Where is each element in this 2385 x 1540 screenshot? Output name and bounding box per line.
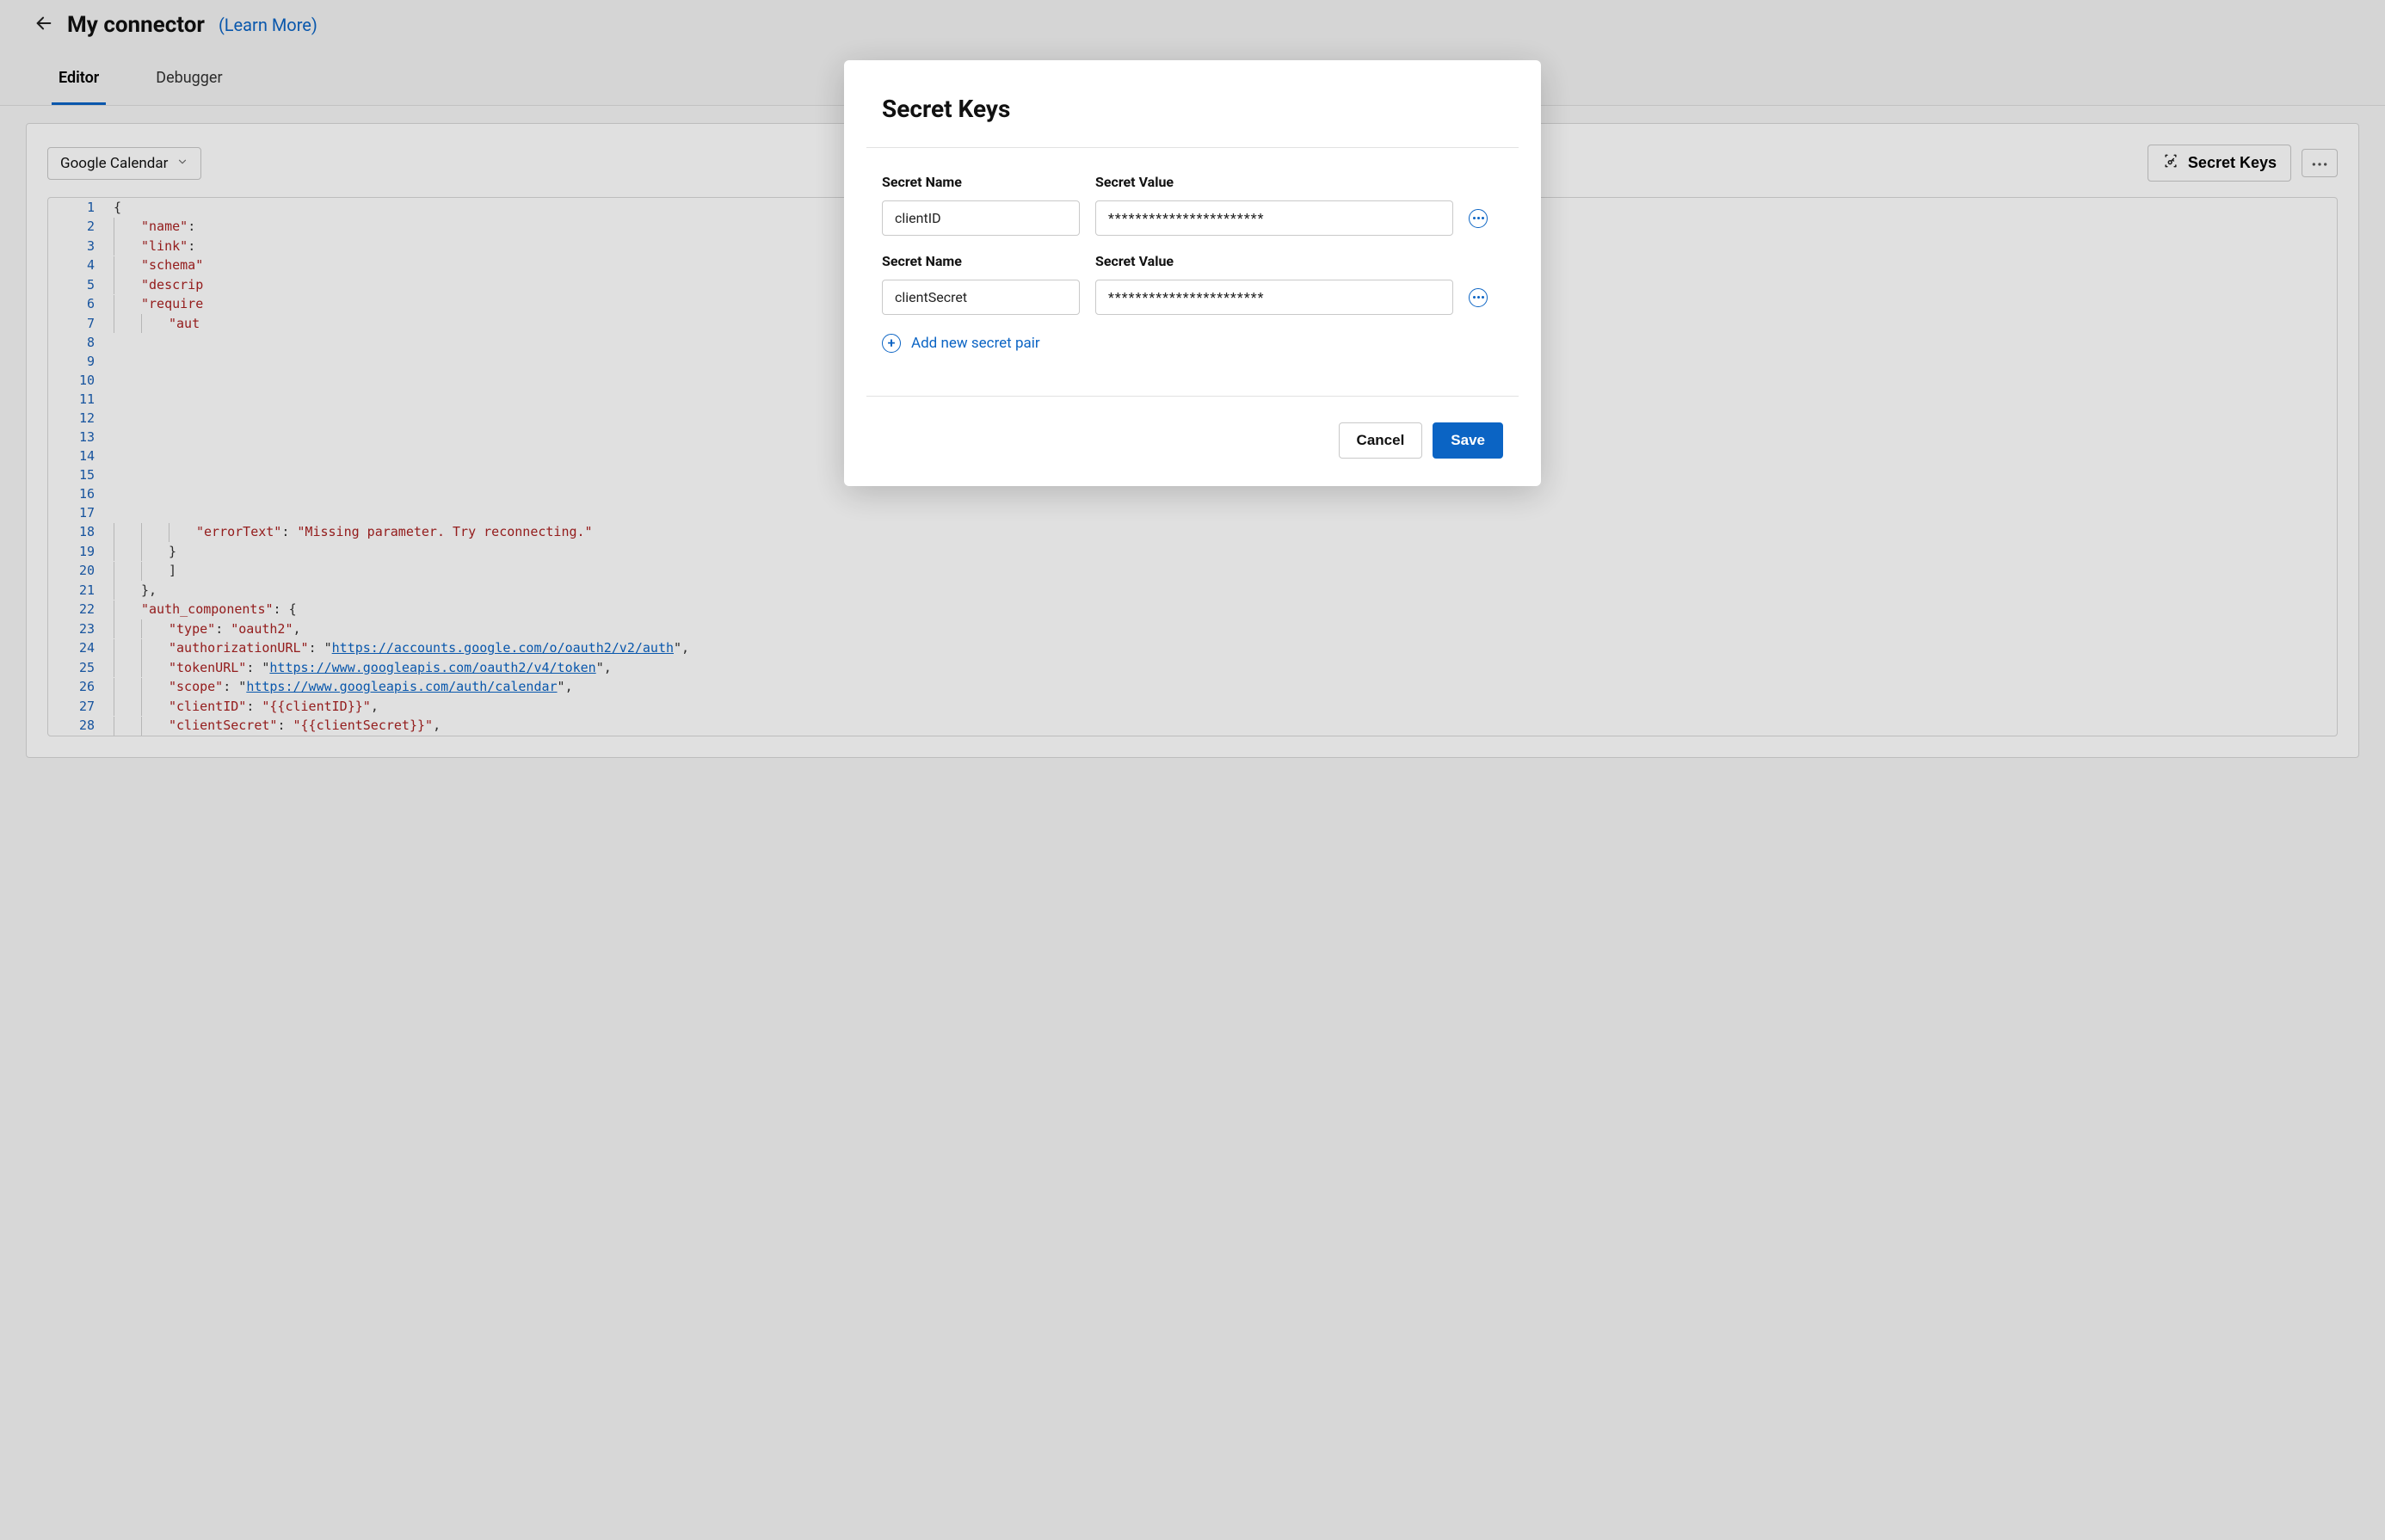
cancel-button[interactable]: Cancel [1339, 422, 1423, 459]
modal-overlay: Secret Keys Secret NameSecret ValueSecre… [0, 0, 2385, 1540]
secret-pair: Secret Name Secret Value [882, 174, 1503, 236]
secret-value-label: Secret Value [1095, 174, 1453, 190]
secret-value-label: Secret Value [1095, 253, 1453, 269]
secret-pair: Secret Name Secret Value [882, 253, 1503, 315]
secret-pair-more-button[interactable] [1469, 288, 1488, 307]
secret-name-input[interactable] [882, 200, 1080, 236]
save-button[interactable]: Save [1433, 422, 1503, 459]
secret-name-label: Secret Name [882, 174, 1080, 190]
plus-circle-icon: + [882, 334, 901, 353]
secret-value-input[interactable] [1095, 200, 1453, 236]
secret-keys-modal: Secret Keys Secret NameSecret ValueSecre… [844, 60, 1541, 486]
secret-name-label: Secret Name [882, 253, 1080, 269]
secret-value-input[interactable] [1095, 280, 1453, 315]
secret-pair-more-button[interactable] [1469, 209, 1488, 228]
secret-name-input[interactable] [882, 280, 1080, 315]
modal-title: Secret Keys [882, 95, 1503, 123]
add-secret-pair-label: Add new secret pair [911, 335, 1040, 352]
add-secret-pair-link[interactable]: + Add new secret pair [882, 334, 1040, 353]
